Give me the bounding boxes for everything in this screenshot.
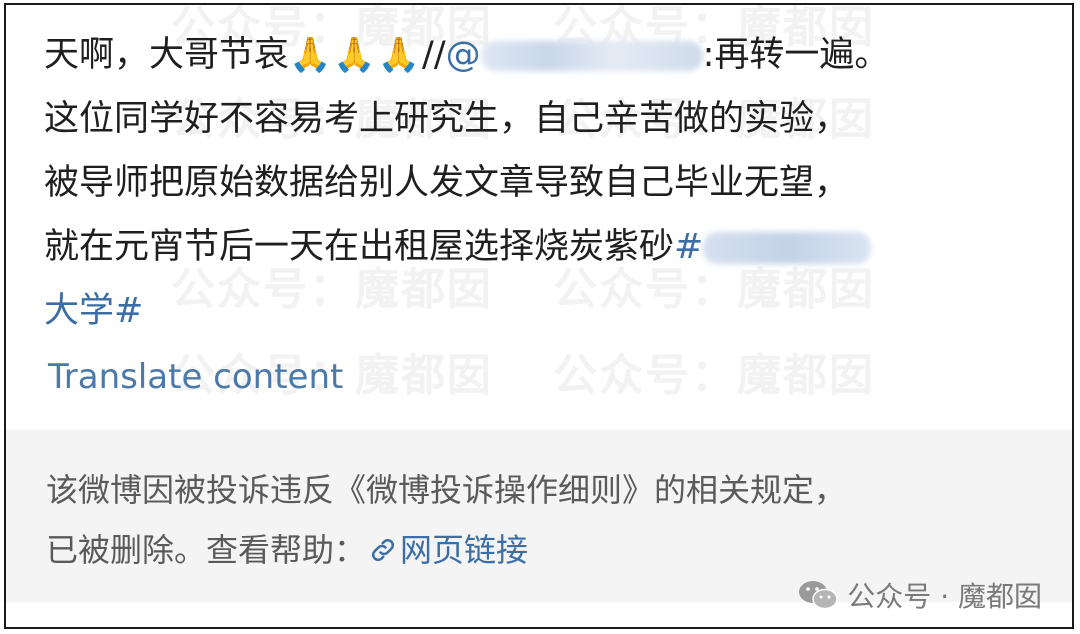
web-link-label[interactable]: 网页链接 [400,531,528,569]
pray-emoji-icon: 🙏 [333,35,376,75]
post-body: 天啊，大哥节哀🙏🙏🙏//@:再转一遍。 这位同学好不容易考上研究生，自己辛苦做的… [44,23,1054,343]
post-text: 就在元宵节后一天在出租屋选择烧炭紫砂 [44,227,675,267]
repost-separator: // [422,35,446,75]
footer-watermark-text: 公众号 · 魔都囡 [847,580,1042,613]
hashtag-blurred[interactable] [703,232,872,264]
post-line-1: 天啊，大哥节哀🙏🙏🙏//@:再转一遍。 [44,23,1054,87]
pray-emoji-icon: 🙏 [289,35,332,75]
post-line-4: 就在元宵节后一天在出租屋选择烧炭紫砂# [44,215,1054,279]
wechat-icon [799,581,839,610]
notice-line-2: 已被删除。查看帮助： 网页链接 [46,520,1046,580]
mention-at[interactable]: @ [446,35,481,75]
hashtag-end[interactable]: 大学# [44,279,1054,343]
pray-emoji-icon: 🙏 [377,35,421,75]
link-icon [371,538,395,562]
post-text: :再转一遍。 [702,35,890,75]
hashtag-start[interactable]: # [674,227,703,267]
post-line-3: 被导师把原始数据给别人发文章导致自己毕业无望， [44,163,850,203]
notice-text: 已被删除。查看帮助： [46,531,367,569]
screenshot-frame: 公众号：魔都囡 公众号：魔都囡 公众号：魔都囡 公众号：魔都囡 公众号：魔都囡 公众号… [4,3,1074,629]
post-text: 天啊，大哥节哀 [44,35,290,75]
watermark-text: 公众号：魔都囡 [553,350,875,401]
translate-content-link[interactable]: Translate content [48,357,343,397]
notice-line-1: 该微博因被投诉违反《微博投诉操作细则》的相关规定， [46,471,847,509]
footer-watermark: 公众号 · 魔都囡 [797,575,1042,615]
mention-username-blurred[interactable] [480,41,703,71]
post-line-2: 这位同学好不容易考上研究生，自己辛苦做的实验， [44,99,850,139]
web-link[interactable]: 网页链接 [366,531,528,569]
